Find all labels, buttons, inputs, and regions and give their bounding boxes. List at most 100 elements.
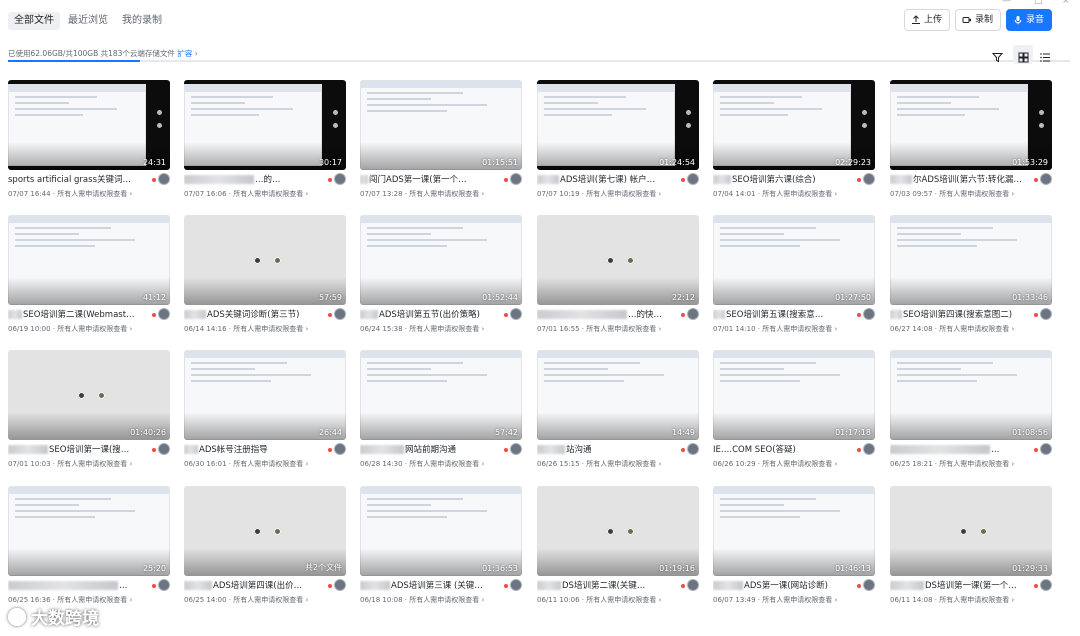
recording-meta[interactable]: 07/07 13:28 · 所有人需申请权限查看 › [360, 189, 484, 199]
recording-meta[interactable]: 07/07 16:44 · 所有人需申请权限查看 › [8, 189, 132, 199]
audio-record-button[interactable]: 录音 [1006, 9, 1053, 31]
recording-title[interactable]: ADS培训第三课 (关键… [360, 580, 500, 592]
recording-title[interactable]: ADS关键词诊断(第三节) [184, 309, 324, 321]
recording-meta[interactable]: 06/18 10:08 · 所有人需申请权限查看 › [360, 595, 484, 605]
video-thumbnail[interactable]: 01:53:29 [890, 80, 1052, 170]
recording-card[interactable]: 24:31 sports artificial grass关键词… 07/07 16… [8, 80, 170, 206]
recording-card[interactable]: 01:15:51 闯门ADS第一课(第一个… 07/07 13:28 · 所有人需申… [360, 80, 522, 206]
recording-meta[interactable]: 07/04 14:01 · 所有人需申请权限查看 › [713, 189, 837, 199]
minimize-icon[interactable]: — [1002, 0, 1011, 6]
recording-card[interactable]: 22:12 …的快… 07/01 16:55 · 所有人需申请权限查看 › [537, 215, 699, 341]
recording-meta[interactable]: 07/07 10:19 · 所有人需申请权限查看 › [537, 189, 661, 199]
recording-title[interactable]: SEO培训第一课(搜… [8, 444, 148, 456]
recording-meta[interactable]: 06/11 10:06 · 所有人需申请权限查看 › [537, 595, 661, 605]
recording-card[interactable]: 02:29:23 SEO培训第六课(综合) 07/04 14:01 · 所有人需申请… [713, 80, 875, 206]
recording-title[interactable]: … [890, 444, 1030, 456]
owner-avatar[interactable] [1040, 173, 1052, 185]
owner-avatar[interactable] [158, 173, 170, 185]
owner-avatar[interactable] [1040, 443, 1052, 455]
recording-meta[interactable]: 06/25 18:21 · 所有人需申请权限查看 › [890, 459, 1014, 469]
video-thumbnail[interactable]: 41:12 [8, 215, 170, 305]
video-thumbnail[interactable]: 01:19:16 [537, 486, 699, 576]
owner-avatar[interactable] [863, 173, 875, 185]
recording-meta[interactable]: 06/07 13:49 · 所有人需申请权限查看 › [713, 595, 837, 605]
recording-card[interactable]: 共2个文件 ADS培训第四课(出价… 06/25 14:00 · 所有人需申请权限查… [184, 486, 346, 612]
recording-card[interactable]: 01:33:46 SEO培训第四课(搜索意图二) 06/27 14:08 · 所有人… [890, 215, 1052, 341]
filter-icon[interactable] [991, 48, 1004, 67]
recording-meta[interactable]: 07/03 09:57 · 所有人需申请权限查看 › [890, 189, 1014, 199]
video-thumbnail[interactable]: 01:24:54 [537, 80, 699, 170]
tab-my-recordings[interactable]: 我的录制 [116, 12, 168, 30]
grid-view-icon[interactable] [1018, 48, 1029, 67]
recording-card[interactable]: 41:12 SEO培训第二课(Webmast… 06/19 10:00 · 所有人需… [8, 215, 170, 341]
recording-meta[interactable]: 06/11 14:08 · 所有人需申请权限查看 › [890, 595, 1014, 605]
upload-button[interactable]: 上传 [904, 9, 951, 31]
video-thumbnail[interactable]: 01:46:13 [713, 486, 875, 576]
recording-title[interactable]: 站沟通 [537, 444, 677, 456]
video-thumbnail[interactable]: 57:42 [360, 350, 522, 440]
recording-title[interactable]: 网站前期沟通 [360, 444, 500, 456]
recording-meta[interactable]: 07/01 10:03 · 所有人需申请权限查看 › [8, 459, 132, 469]
video-thumbnail[interactable]: 01:33:46 [890, 215, 1052, 305]
recording-title[interactable]: ADS培训第四课(出价… [184, 580, 324, 592]
owner-avatar[interactable] [863, 308, 875, 320]
recording-card[interactable]: 01:29:33 DS培训第一课(第一个… 06/11 14:08 · 所有人需申请… [890, 486, 1052, 612]
maximize-icon[interactable]: □ [1034, 0, 1043, 6]
video-thumbnail[interactable]: 22:12 [537, 215, 699, 305]
recording-title[interactable]: 尔ADS培训(第六节:转化漏… [890, 174, 1030, 186]
owner-avatar[interactable] [510, 308, 522, 320]
video-thumbnail[interactable]: 01:29:33 [890, 486, 1052, 576]
recording-meta[interactable]: 06/26 15:15 · 所有人需申请权限查看 › [537, 459, 661, 469]
recording-card[interactable]: 01:24:54 ADS培训(第七课) 帐户… 07/07 10:19 · 所有人需… [537, 80, 699, 206]
video-thumbnail[interactable]: 01:15:51 [360, 80, 522, 170]
recording-card[interactable]: 01:27:50 SEO培训第五课(搜索意… 07/01 14:10 · 所有人需申… [713, 215, 875, 341]
recording-meta[interactable]: 06/25 14:00 · 所有人需申请权限查看 › [184, 595, 308, 605]
video-thumbnail[interactable]: 01:40:26 [8, 350, 170, 440]
owner-avatar[interactable] [687, 579, 699, 591]
recording-title[interactable]: ADS帐号注册指导 [184, 444, 324, 456]
owner-avatar[interactable] [158, 308, 170, 320]
owner-avatar[interactable] [687, 308, 699, 320]
owner-avatar[interactable] [863, 443, 875, 455]
recording-meta[interactable]: 06/27 14:08 · 所有人需申请权限查看 › [890, 324, 1014, 334]
recording-meta[interactable]: 07/01 16:55 · 所有人需申请权限查看 › [537, 324, 661, 334]
owner-avatar[interactable] [510, 173, 522, 185]
video-thumbnail[interactable]: 01:27:50 [713, 215, 875, 305]
video-thumbnail[interactable]: 26:44 [184, 350, 346, 440]
owner-avatar[interactable] [1040, 308, 1052, 320]
recording-title[interactable]: …的快… [537, 309, 677, 321]
recording-meta[interactable]: 06/30 16:01 · 所有人需申请权限查看 › [184, 459, 308, 469]
recording-meta[interactable]: 06/24 15:38 · 所有人需申请权限查看 › [360, 324, 484, 334]
owner-avatar[interactable] [1040, 579, 1052, 591]
recording-card[interactable]: 01:19:16 DS培训第二课(关键… 06/11 10:06 · 所有人需申请权… [537, 486, 699, 612]
recording-card[interactable]: 01:08:56 … 06/25 18:21 · 所有人需申请权限查看 › [890, 350, 1052, 476]
recording-title[interactable]: SEO培训第五课(搜索意… [713, 309, 853, 321]
recording-title[interactable]: sports artificial grass关键词… [8, 174, 148, 186]
recording-card[interactable]: 30:17 …的… 07/07 16:06 · 所有人需申请权限查看 › [184, 80, 346, 206]
video-thumbnail[interactable]: 01:08:56 [890, 350, 1052, 440]
owner-avatar[interactable] [510, 443, 522, 455]
recording-title[interactable]: SEO培训第四课(搜索意图二) [890, 309, 1030, 321]
recording-title[interactable]: ADS培训第五节(出价策略) [360, 309, 500, 321]
recording-title[interactable]: ADS培训(第七课) 帐户… [537, 174, 677, 186]
recording-meta[interactable]: 06/26 10:29 · 所有人需申请权限查看 › [713, 459, 837, 469]
owner-avatar[interactable] [158, 579, 170, 591]
recording-card[interactable]: 01:40:26 SEO培训第一课(搜… 07/01 10:03 · 所有人需申请权… [8, 350, 170, 476]
recording-meta[interactable]: 07/01 14:10 · 所有人需申请权限查看 › [713, 324, 837, 334]
recording-card[interactable]: 01:53:29 尔ADS培训(第六节:转化漏… 07/03 09:57 · 所有人… [890, 80, 1052, 206]
video-thumbnail[interactable]: 25:20 [8, 486, 170, 576]
recording-title[interactable]: 闯门ADS第一课(第一个… [360, 174, 500, 186]
recording-card[interactable]: 01:36:53 ADS培训第三课 (关键… 06/18 10:08 · 所有人需申… [360, 486, 522, 612]
recording-card[interactable]: 01:17:18 IE….COM SEO(答疑) 06/26 10:29 · 所有人… [713, 350, 875, 476]
video-thumbnail[interactable]: 01:36:53 [360, 486, 522, 576]
video-thumbnail[interactable]: 01:17:18 [713, 350, 875, 440]
recording-card[interactable]: 26:44 ADS帐号注册指导 06/30 16:01 · 所有人需申请权限查看 › [184, 350, 346, 476]
owner-avatar[interactable] [334, 308, 346, 320]
recording-title[interactable]: DS培训第一课(第一个… [890, 580, 1030, 592]
recording-title[interactable]: SEO培训第六课(综合) [713, 174, 853, 186]
video-thumbnail[interactable]: 02:29:23 [713, 80, 875, 170]
tab-recent[interactable]: 最近浏览 [62, 12, 114, 30]
recording-card[interactable]: 25:20… 06/25 16:36 · 所有人需申请权限查看 › [8, 486, 170, 612]
video-thumbnail[interactable]: 30:17 [184, 80, 346, 170]
owner-avatar[interactable] [334, 579, 346, 591]
